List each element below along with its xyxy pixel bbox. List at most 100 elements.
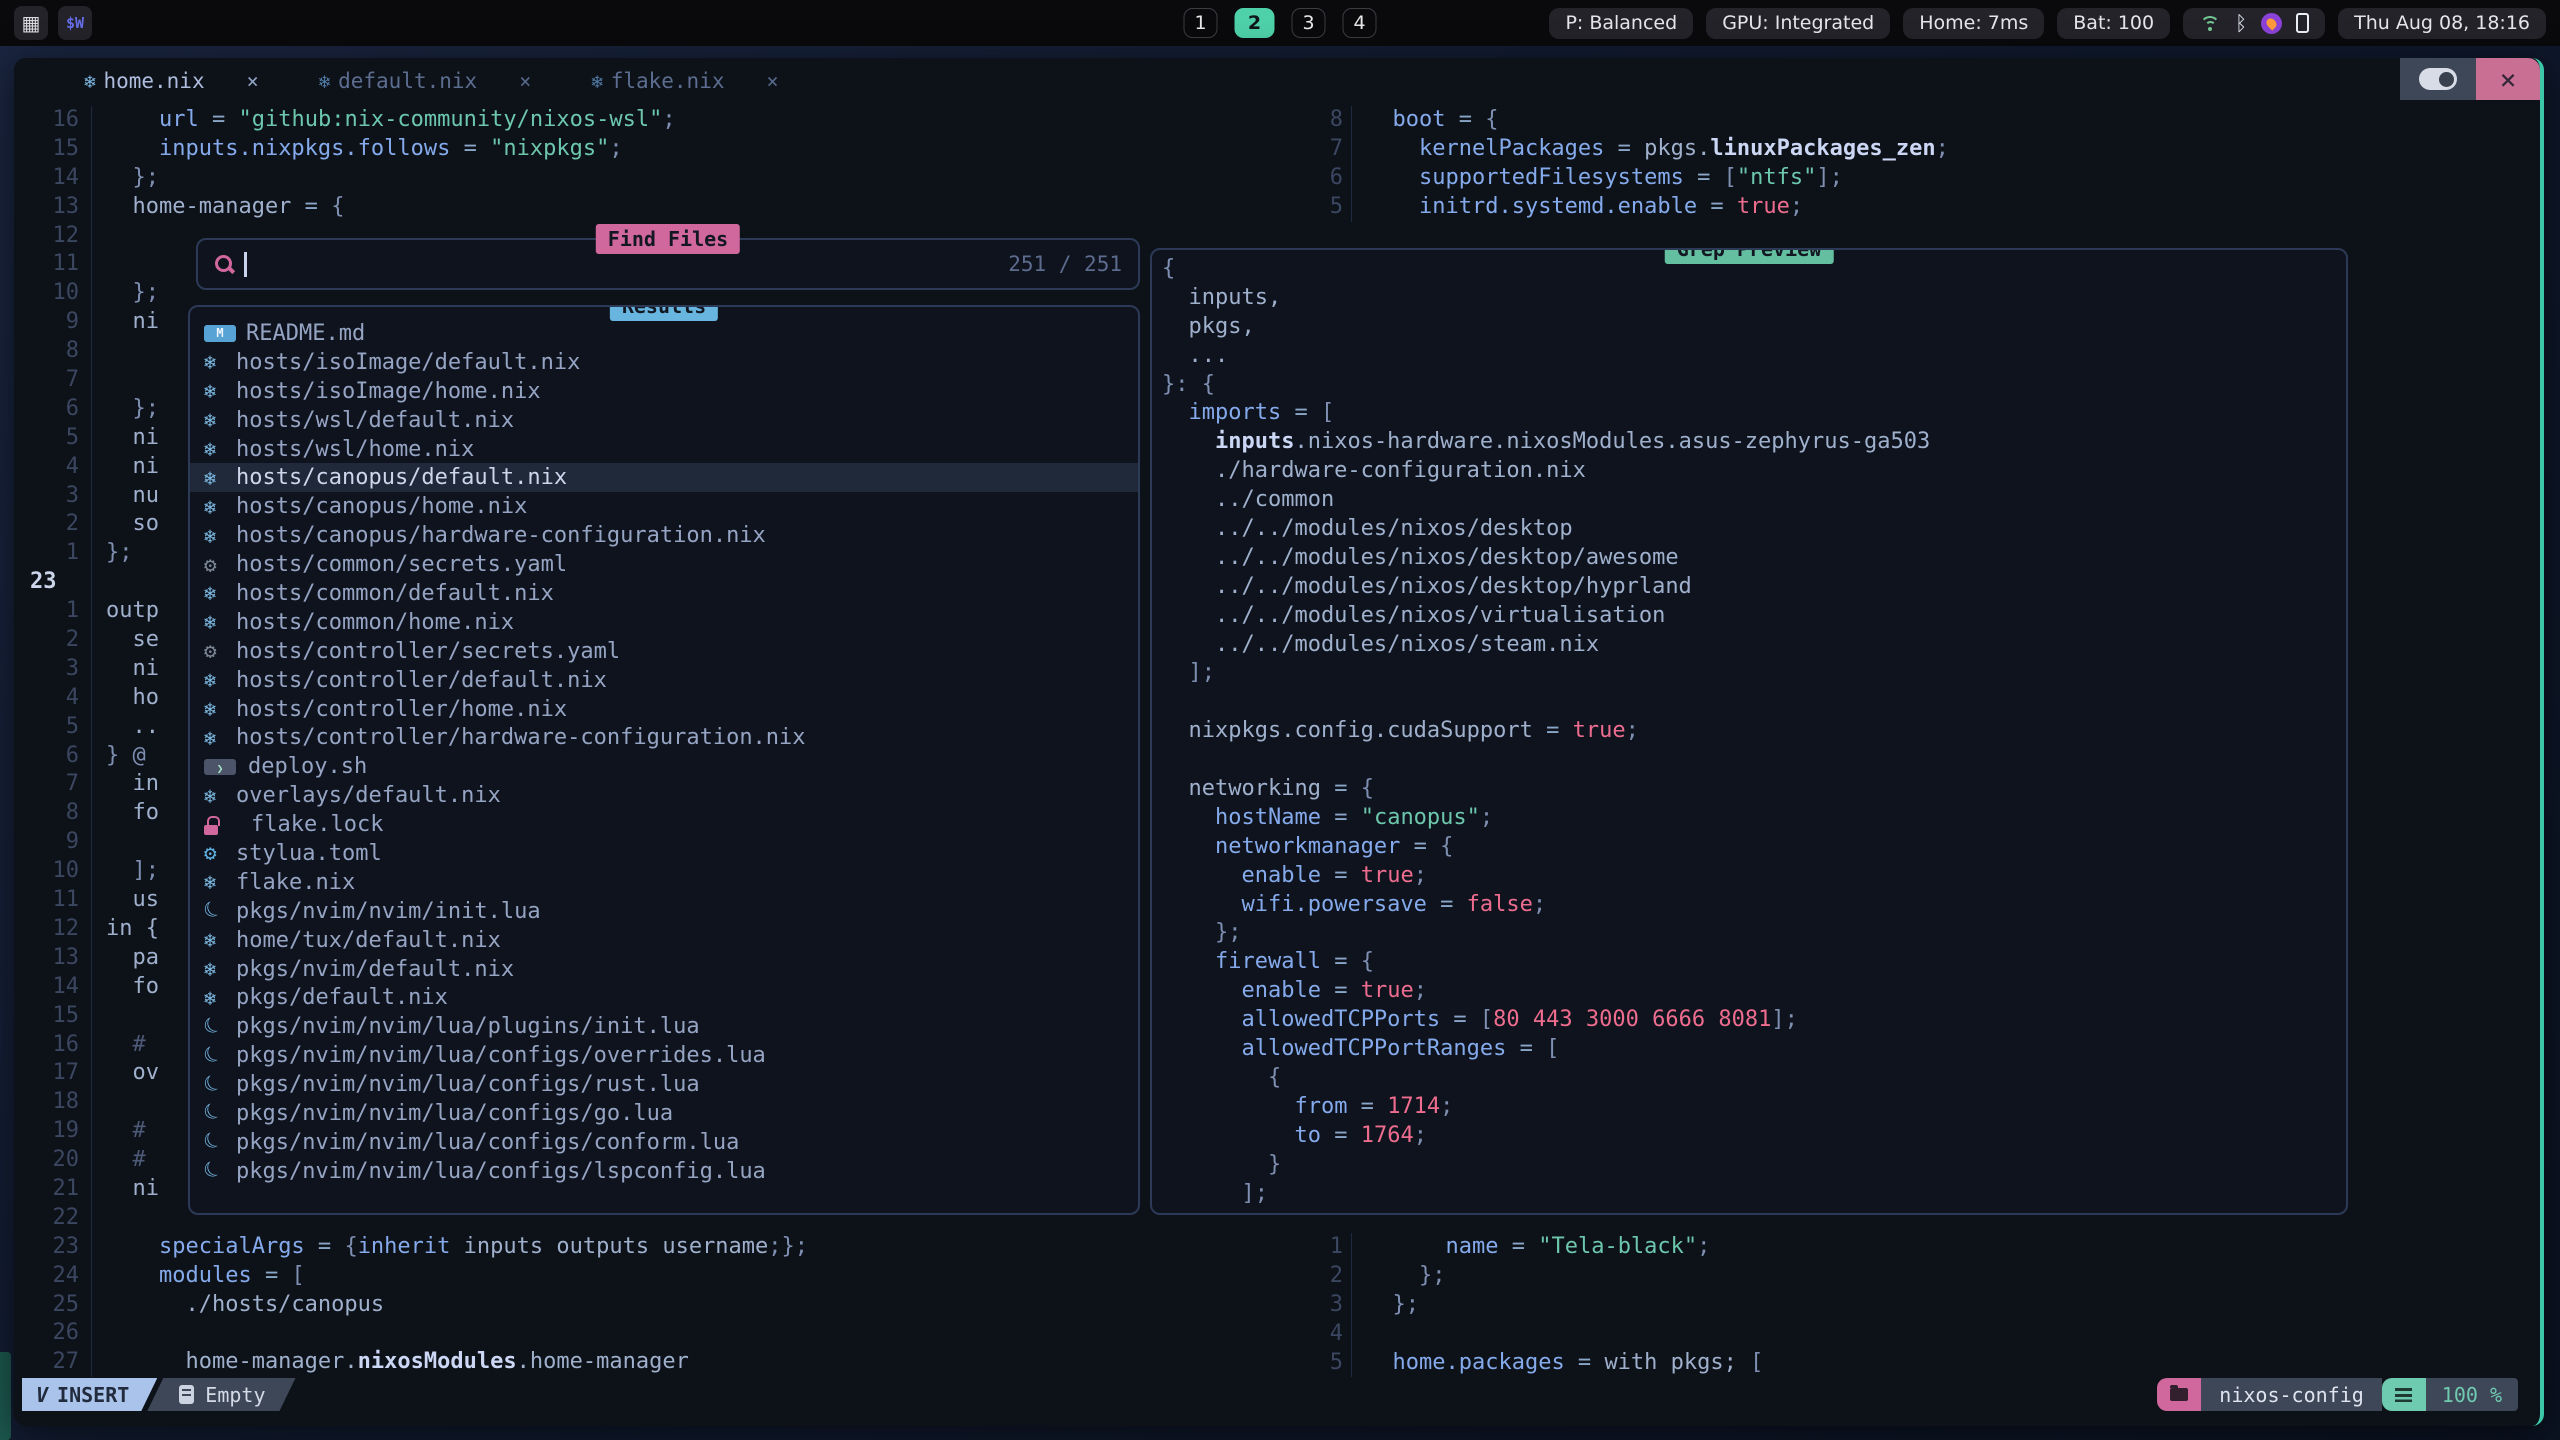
result-item[interactable]: deploy.sh	[190, 752, 1138, 781]
right-editor-pane-top[interactable]: 8 boot = {7 kernelPackages = pkgs.linuxP…	[1308, 106, 2540, 222]
code-line[interactable]: firewall = {	[1162, 948, 2346, 977]
code-line[interactable]	[1162, 688, 2346, 717]
code-line[interactable]: ];	[1162, 1180, 2346, 1209]
code-line[interactable]: ];	[1162, 659, 2346, 688]
result-item[interactable]: README.md	[190, 319, 1138, 348]
window-close-button[interactable]: ×	[2476, 58, 2540, 100]
code-line[interactable]: to = 1764;	[1162, 1122, 2346, 1151]
toggle-button[interactable]	[2400, 58, 2476, 100]
code-line[interactable]: 5 initrd.systemd.enable = true;	[1322, 193, 2540, 222]
code-line[interactable]: from = 1714;	[1162, 1093, 2346, 1122]
result-item[interactable]: hosts/isoImage/default.nix	[190, 348, 1138, 377]
right-editor-pane-bottom[interactable]: 1 name = "Tela-black";2 };3 };45 home.pa…	[1308, 1233, 2540, 1377]
code-line[interactable]: 4	[1322, 1320, 2540, 1349]
code-line[interactable]: networkmanager = {	[1162, 833, 2346, 862]
result-item[interactable]: home/tux/default.nix	[190, 926, 1138, 955]
code-line[interactable]: enable = true;	[1162, 862, 2346, 891]
power-profile-module[interactable]: P: Balanced	[1549, 8, 1693, 39]
tab-close-icon[interactable]: ×	[766, 69, 778, 93]
result-item[interactable]: pkgs/nvim/nvim/lua/configs/rust.lua	[190, 1070, 1138, 1099]
result-item[interactable]: pkgs/default.nix	[190, 983, 1138, 1012]
workspace-1[interactable]: 1	[1184, 8, 1218, 38]
battery-module[interactable]: Bat: 100	[2057, 8, 2170, 39]
result-item[interactable]: hosts/controller/home.nix	[190, 695, 1138, 724]
result-item[interactable]: hosts/controller/hardware-configuration.…	[190, 723, 1138, 752]
code-line[interactable]: 5 home.packages = with pkgs; [	[1322, 1349, 2540, 1378]
result-item[interactable]: pkgs/nvim/nvim/lua/configs/go.lua	[190, 1099, 1138, 1128]
result-item[interactable]: pkgs/nvim/nvim/lua/plugins/init.lua	[190, 1012, 1138, 1041]
code-line[interactable]: 1 name = "Tela-black";	[1322, 1233, 2540, 1262]
result-item[interactable]: hosts/wsl/home.nix	[190, 435, 1138, 464]
result-item[interactable]: pkgs/nvim/nvim/init.lua	[190, 897, 1138, 926]
tab-home-nix[interactable]: home.nix ×	[84, 69, 259, 93]
tab-default-nix[interactable]: default.nix ×	[319, 69, 532, 93]
code-line[interactable]: ../../modules/nixos/virtualisation	[1162, 602, 2346, 631]
code-line[interactable]: inputs,	[1162, 284, 2346, 313]
workspace-4[interactable]: 4	[1343, 8, 1377, 38]
code-line[interactable]: ../../modules/nixos/desktop/awesome	[1162, 544, 2346, 573]
result-item[interactable]: hosts/canopus/default.nix	[190, 463, 1138, 492]
result-item[interactable]: hosts/common/home.nix	[190, 608, 1138, 637]
result-item[interactable]: hosts/canopus/hardware-configuration.nix	[190, 521, 1138, 550]
result-item[interactable]: hosts/controller/default.nix	[190, 666, 1138, 695]
result-item[interactable]: pkgs/nvim/nvim/lua/configs/overrides.lua	[190, 1041, 1138, 1070]
result-item[interactable]: hosts/common/default.nix	[190, 579, 1138, 608]
result-item[interactable]: hosts/common/secrets.yaml	[190, 550, 1138, 579]
code-line[interactable]: }	[1162, 1151, 2346, 1180]
result-item[interactable]: hosts/isoImage/home.nix	[190, 377, 1138, 406]
code-line[interactable]: 2 };	[1322, 1262, 2540, 1291]
code-line[interactable]: imports = [	[1162, 399, 2346, 428]
code-line[interactable]: 14 };	[28, 164, 1308, 193]
code-line[interactable]: 25 ./hosts/canopus	[28, 1291, 1308, 1320]
code-line[interactable]: }: {	[1162, 371, 2346, 400]
code-line[interactable]: ../../modules/nixos/desktop	[1162, 515, 2346, 544]
code-line[interactable]: 16 url = "github:nix-community/nixos-wsl…	[28, 106, 1308, 135]
workspace-2-active[interactable]: 2	[1235, 8, 1275, 38]
result-item[interactable]: pkgs/nvim/default.nix	[190, 955, 1138, 984]
code-line[interactable]: inputs.nixos-hardware.nixosModules.asus-…	[1162, 428, 2346, 457]
result-item[interactable]: stylua.toml	[190, 839, 1138, 868]
code-line[interactable]: {	[1162, 1064, 2346, 1093]
code-line[interactable]: 26	[28, 1319, 1308, 1348]
code-line[interactable]: allowedTCPPortRanges = [	[1162, 1035, 2346, 1064]
code-line[interactable]: 27 home-manager.nixosModules.home-manage…	[28, 1348, 1308, 1377]
workspace-3[interactable]: 3	[1292, 8, 1326, 38]
code-line[interactable]: ...	[1162, 342, 2346, 371]
result-item[interactable]: overlays/default.nix	[190, 781, 1138, 810]
code-line[interactable]: networking = {	[1162, 775, 2346, 804]
code-line[interactable]: ../common	[1162, 486, 2346, 515]
code-line[interactable]: allowedTCPPorts = [80 443 3000 6666 8081…	[1162, 1006, 2346, 1035]
ping-module[interactable]: Home: 7ms	[1903, 8, 2044, 39]
tab-flake-nix[interactable]: flake.nix ×	[591, 69, 778, 93]
code-line[interactable]: enable = true;	[1162, 977, 2346, 1006]
result-item[interactable]: pkgs/nvim/nvim/lua/configs/lspconfig.lua	[190, 1157, 1138, 1186]
result-item[interactable]: hosts/controller/secrets.yaml	[190, 637, 1138, 666]
code-line[interactable]: 13 home-manager = {	[28, 193, 1308, 222]
code-line[interactable]	[1162, 746, 2346, 775]
result-item[interactable]: hosts/wsl/default.nix	[190, 406, 1138, 435]
code-line[interactable]: 8 boot = {	[1322, 106, 2540, 135]
tab-close-icon[interactable]: ×	[519, 69, 531, 93]
code-line[interactable]: 7 kernelPackages = pkgs.linuxPackages_ze…	[1322, 135, 2540, 164]
code-line[interactable]: 24 modules = [	[28, 1262, 1308, 1291]
find-files-prompt[interactable]: Find Files 251 / 251	[196, 238, 1140, 290]
result-item[interactable]: flake.lock	[190, 810, 1138, 839]
code-line[interactable]: hostName = "canopus";	[1162, 804, 2346, 833]
code-line[interactable]: nixpkgs.config.cudaSupport = true;	[1162, 717, 2346, 746]
clock-module[interactable]: Thu Aug 08, 18:16	[2338, 8, 2546, 39]
code-line[interactable]: 3 };	[1322, 1291, 2540, 1320]
terminal-launcher-button[interactable]: $W	[58, 6, 92, 40]
code-line[interactable]: 23 specialArgs = {inherit inputs outputs…	[28, 1233, 1308, 1262]
gpu-module[interactable]: GPU: Integrated	[1706, 8, 1890, 39]
code-line[interactable]: wifi.powersave = false;	[1162, 891, 2346, 920]
apps-launcher-button[interactable]: ▦	[14, 6, 48, 40]
code-line[interactable]: ./hardware-configuration.nix	[1162, 457, 2346, 486]
code-line[interactable]: };	[1162, 919, 2346, 948]
code-line[interactable]: pkgs,	[1162, 313, 2346, 342]
code-line[interactable]: 6 supportedFilesystems = ["ntfs"];	[1322, 164, 2540, 193]
tray-module[interactable]: ᛒ	[2183, 8, 2325, 39]
code-line[interactable]: ../../modules/nixos/steam.nix	[1162, 631, 2346, 660]
result-item[interactable]: hosts/canopus/home.nix	[190, 492, 1138, 521]
result-item[interactable]: pkgs/nvim/nvim/lua/configs/conform.lua	[190, 1128, 1138, 1157]
code-line[interactable]: ../../modules/nixos/desktop/hyprland	[1162, 573, 2346, 602]
